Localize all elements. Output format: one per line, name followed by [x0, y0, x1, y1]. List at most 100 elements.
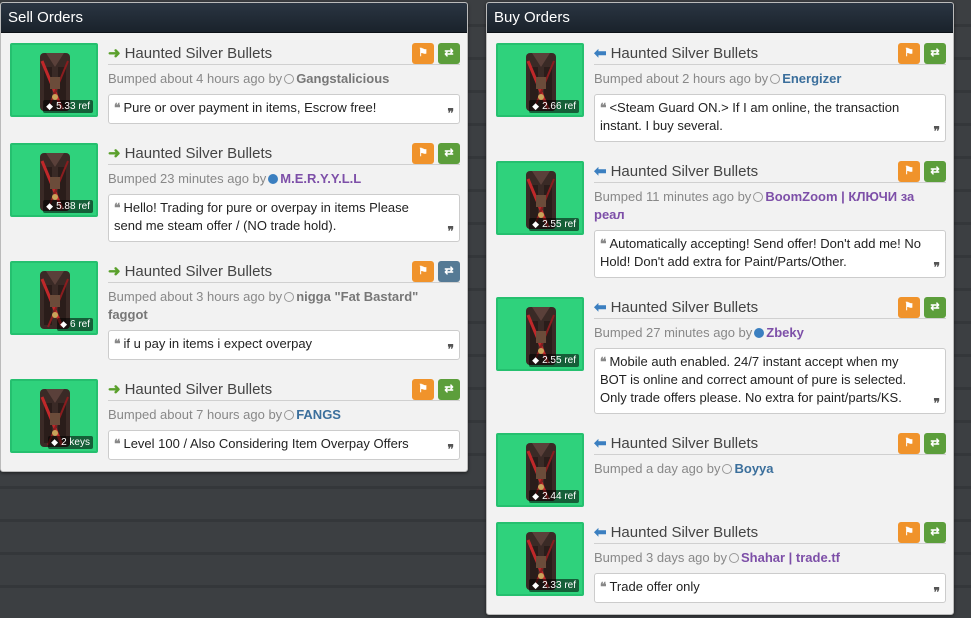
- status-dot-icon: [754, 328, 765, 338]
- item-name[interactable]: Haunted Silver Bullets: [611, 299, 759, 316]
- quote-close-icon: ❞: [933, 124, 940, 138]
- price-label: 6 ref: [69, 319, 90, 330]
- item-thumbnail[interactable]: ◆ 2.44 ref: [496, 433, 584, 507]
- bump-info: Bumped about 4 hours ago by Gangstaliciou…: [108, 70, 460, 88]
- listing-title: ➜ Haunted Silver Bullets ⚑ ⇄: [108, 43, 460, 65]
- flag-button[interactable]: ⚑: [898, 297, 920, 318]
- bump-info: Bumped about 2 hours ago by Energizer: [594, 70, 946, 88]
- bump-info: Bumped 11 minutes ago by BoomZoom | КЛЮЧИ…: [594, 188, 946, 224]
- flag-button[interactable]: ⚑: [898, 522, 920, 543]
- status-dot-icon: [728, 553, 739, 563]
- trade-message: ❝ <Steam Guard ON.> If I am online, the t…: [594, 94, 946, 142]
- user-link[interactable]: Shahar | trade.tf: [741, 550, 840, 565]
- flag-icon: ⚑: [418, 383, 428, 395]
- item-thumbnail[interactable]: ◆ 2 keys: [10, 379, 98, 453]
- listing-actions: ⚑ ⇄: [898, 433, 946, 454]
- price-label: 5.88 ref: [56, 201, 90, 212]
- flag-icon: ⚑: [904, 526, 914, 538]
- user-link[interactable]: Energizer: [782, 71, 841, 86]
- flag-button[interactable]: ⚑: [412, 43, 434, 64]
- status-dot-icon: [284, 74, 295, 84]
- item-name[interactable]: Haunted Silver Bullets: [611, 163, 759, 180]
- listing-actions: ⚑ ⇄: [898, 297, 946, 318]
- trade-button[interactable]: ⇄: [438, 261, 460, 282]
- quote-close-icon: ❞: [447, 442, 454, 456]
- trade-button[interactable]: ⇄: [438, 379, 460, 400]
- trade-button[interactable]: ⇄: [438, 43, 460, 64]
- item-name[interactable]: Haunted Silver Bullets: [125, 381, 273, 398]
- status-dot-icon: [753, 192, 764, 202]
- listing-body: ⬅ Haunted Silver Bullets ⚑ ⇄ Bumped 11 minut…: [594, 161, 946, 278]
- item-thumbnail[interactable]: ◆ 6 ref: [10, 261, 98, 335]
- listing-body: ➜ Haunted Silver Bullets ⚑ ⇄ Bumped about 4 …: [108, 43, 460, 124]
- price-badge: ◆ 6 ref: [57, 318, 93, 331]
- tag-icon: ◆: [46, 201, 54, 211]
- user-link[interactable]: Gangstalicious: [296, 71, 389, 86]
- item-thumbnail[interactable]: ◆ 2.55 ref: [496, 297, 584, 371]
- listing-body: ➜ Haunted Silver Bullets ⚑ ⇄ Bumped about 3 …: [108, 261, 460, 360]
- status-dot-icon: [268, 174, 279, 184]
- item-thumbnail[interactable]: ◆ 5.33 ref: [10, 43, 98, 117]
- flag-button[interactable]: ⚑: [898, 433, 920, 454]
- trade-button[interactable]: ⇄: [924, 297, 946, 318]
- bumped-text: Bumped about 3 hours ago by: [108, 289, 283, 304]
- arrow-right-icon: ➜: [108, 263, 121, 280]
- listing-actions: ⚑ ⇄: [412, 379, 460, 400]
- bumped-text: Bumped 3 days ago by: [594, 550, 727, 565]
- quote-close-icon: ❞: [933, 260, 940, 274]
- item-thumbnail[interactable]: ◆ 2.66 ref: [496, 43, 584, 117]
- item-name[interactable]: Haunted Silver Bullets: [611, 45, 759, 62]
- sell-orders-title: Sell Orders: [1, 3, 467, 33]
- listing-actions: ⚑ ⇄: [898, 43, 946, 64]
- user-link[interactable]: Boyya: [734, 461, 773, 476]
- flag-button[interactable]: ⚑: [412, 143, 434, 164]
- message-text: Automatically accepting! Send offer! Don…: [600, 236, 921, 269]
- flag-button[interactable]: ⚑: [898, 161, 920, 182]
- flag-icon: ⚑: [904, 437, 914, 449]
- flag-button[interactable]: ⚑: [898, 43, 920, 64]
- status-dot-icon: [284, 292, 295, 302]
- user-link[interactable]: M.E.R.Y.Y.L.L: [280, 171, 361, 186]
- flag-icon: ⚑: [904, 47, 914, 59]
- trade-button[interactable]: ⇄: [924, 161, 946, 182]
- bump-info: Bumped 27 minutes ago by Zbeky: [594, 324, 946, 342]
- quote-open-icon: ❝: [600, 237, 607, 251]
- item-name[interactable]: Haunted Silver Bullets: [125, 263, 273, 280]
- user-link[interactable]: FANGS: [296, 407, 341, 422]
- user-link[interactable]: Zbeky: [766, 325, 804, 340]
- item-name[interactable]: Haunted Silver Bullets: [611, 435, 759, 452]
- swap-icon: ⇄: [444, 265, 454, 277]
- item-name[interactable]: Haunted Silver Bullets: [125, 145, 273, 162]
- trade-message: ❝ Mobile auth enabled. 24/7 instant accep…: [594, 348, 946, 414]
- swap-icon: ⇄: [930, 165, 940, 177]
- flag-button[interactable]: ⚑: [412, 379, 434, 400]
- swap-icon: ⇄: [930, 437, 940, 449]
- quote-open-icon: ❝: [114, 201, 121, 215]
- buy-orders-title: Buy Orders: [487, 3, 953, 33]
- price-label: 5.33 ref: [56, 101, 90, 112]
- item-name[interactable]: Haunted Silver Bullets: [125, 45, 273, 62]
- item-thumbnail[interactable]: ◆ 5.88 ref: [10, 143, 98, 217]
- trade-button[interactable]: ⇄: [924, 43, 946, 64]
- flag-icon: ⚑: [904, 301, 914, 313]
- trade-button[interactable]: ⇄: [438, 143, 460, 164]
- quote-open-icon: ❝: [114, 337, 121, 351]
- item-thumbnail[interactable]: ◆ 2.55 ref: [496, 161, 584, 235]
- status-dot-icon: [284, 410, 295, 420]
- arrow-left-icon: ⬅: [594, 435, 607, 452]
- flag-icon: ⚑: [418, 147, 428, 159]
- item-name[interactable]: Haunted Silver Bullets: [611, 524, 759, 541]
- listing-body: ➜ Haunted Silver Bullets ⚑ ⇄ Bumped 23 minut…: [108, 143, 460, 242]
- price-label: 2.33 ref: [542, 580, 576, 591]
- message-text: Level 100 / Also Considering Item Overpa…: [123, 436, 409, 451]
- item-thumbnail[interactable]: ◆ 2.33 ref: [496, 522, 584, 596]
- listing-title: ➜ Haunted Silver Bullets ⚑ ⇄: [108, 261, 460, 283]
- buy-orders-panel: Buy Orders ◆ 2.66 ref ⬅ Haunted Silver Bull…: [486, 2, 954, 615]
- swap-icon: ⇄: [444, 47, 454, 59]
- trade-button[interactable]: ⇄: [924, 433, 946, 454]
- flag-button[interactable]: ⚑: [412, 261, 434, 282]
- price-badge: ◆ 2.66 ref: [529, 100, 579, 113]
- quote-open-icon: ❝: [600, 580, 607, 594]
- trade-button[interactable]: ⇄: [924, 522, 946, 543]
- tag-icon: ◆: [532, 219, 540, 229]
